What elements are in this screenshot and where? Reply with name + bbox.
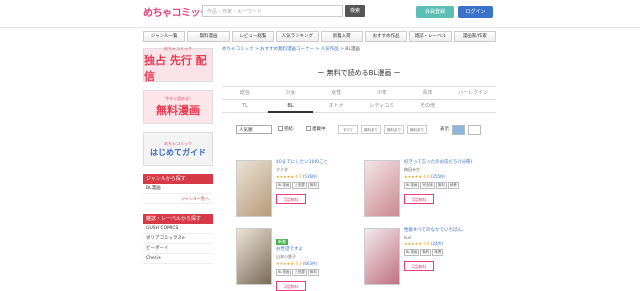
filter-free-3[interactable]: 無料あり xyxy=(407,125,427,134)
breadcrumb-current: BL漫画 xyxy=(345,47,361,52)
tab-other[interactable]: その他 xyxy=(404,100,451,113)
tab-shojo[interactable]: 少女 xyxy=(267,87,314,100)
magazine-heading: 雑誌・レーベルから探す xyxy=(143,214,213,224)
search-button[interactable]: 検索 xyxy=(345,5,365,17)
new-badge: 新着 xyxy=(276,239,288,245)
category-tabs: 総合 少女 女性 少年 青年 ハーレクイン TL BL オトナ レディコミ その… xyxy=(222,86,496,113)
page-title: ー 無料で読めるBL漫画 ー xyxy=(317,69,401,77)
nav-review[interactable]: レビュー総覧 xyxy=(231,31,275,42)
manga-card[interactable]: 好きって言ったのお前だろ?(分冊) 梅田みか ★★★★★ 4.4 (255件) … xyxy=(364,160,489,220)
display-label: 表示 xyxy=(440,127,449,132)
nav-free[interactable]: 無料漫画 xyxy=(187,31,230,42)
genre-item-bl[interactable]: BL漫画 xyxy=(143,184,213,194)
cover-image[interactable] xyxy=(364,160,400,217)
filter-all[interactable]: すべて xyxy=(338,125,358,134)
main-content: めちゃコミック > おすすめ無料漫画コーナー > 人気作品 > BL漫画 ー 無… xyxy=(222,46,496,137)
site-logo[interactable]: めちゃコミック xyxy=(143,4,210,19)
sort-select[interactable]: 人気順 xyxy=(236,125,272,134)
complete-label: 完結 xyxy=(284,127,293,132)
filter-bar: 人気順 完結 連載中 すべて 無料あり 無料あり 無料あり 表示 xyxy=(222,125,496,137)
manga-card[interactable]: 40までにしたい10のこと マミタ ★★★★★ 4.7 (536件) BL漫画上… xyxy=(236,160,361,220)
card-tags: BL漫画 無料 続巻 xyxy=(404,249,444,256)
tab-harlequin[interactable]: ハーレクイン xyxy=(450,87,496,100)
cover-image[interactable] xyxy=(364,228,400,285)
free-read-button[interactable]: 1話無料 xyxy=(276,194,306,204)
guide-banner[interactable]: めちゃコミック はじめてガイド xyxy=(143,132,213,166)
breadcrumb-home[interactable]: めちゃコミック xyxy=(222,47,254,52)
nav-magazine[interactable]: 雑誌・レーベル xyxy=(409,31,452,42)
tab-josei[interactable]: 女性 xyxy=(313,87,359,100)
manga-card[interactable]: 新着 お世話ですよ 山本小鉄子 ★★★★★ 4.3 (663件) BL漫画 上田屋… xyxy=(236,228,361,291)
card-title[interactable]: 40までにしたい10のこと xyxy=(276,160,360,166)
card-title[interactable]: 好きって言ったのお前だろ?(分冊) xyxy=(404,160,488,166)
global-nav: ジャンル一覧 無料漫画 レビュー総覧 人気ランキング 新着入荷 おすすめ作品 雑… xyxy=(143,31,496,42)
breadcrumb: めちゃコミック > おすすめ無料漫画コーナー > 人気作品 > BL漫画 xyxy=(222,47,361,52)
nav-new[interactable]: 新着入荷 xyxy=(320,31,363,42)
card-title[interactable]: 性癖すべてのなかでいちばん、 xyxy=(404,228,488,234)
card-author[interactable]: kuri xyxy=(404,235,488,240)
cover-image[interactable] xyxy=(236,160,272,217)
register-button[interactable]: 会員登録 xyxy=(416,6,454,18)
card-rating: ★★★★★ 4.4 (255件) xyxy=(404,174,446,179)
tab-seinen[interactable]: 青年 xyxy=(404,87,451,100)
card-rating: ★★★★★ 4.3 (663件) xyxy=(276,261,318,266)
breadcrumb-corner[interactable]: おすすめ無料漫画コーナー xyxy=(260,47,314,52)
tab-otona[interactable]: オトナ xyxy=(313,100,359,113)
login-button[interactable]: ログイン xyxy=(458,6,493,18)
magazine-item[interactable]: ダリアコミックスe xyxy=(143,234,213,244)
ongoing-label: 連載中 xyxy=(312,127,326,132)
tab-all[interactable]: 総合 xyxy=(222,87,268,100)
banner-title: はじめてガイド xyxy=(150,147,206,157)
card-tags: BL漫画 完全版 無料 続巻 xyxy=(404,182,459,189)
manga-card[interactable]: 性癖すべてのなかでいちばん、 kuri ★★★★★ 3.8 (24件) BL漫画… xyxy=(364,228,489,288)
exclusive-banner[interactable]: めちゃコミック 独占 先行 配信 xyxy=(143,46,213,83)
free-manga-banner[interactable]: 今すぐ読める! 無料漫画 xyxy=(143,90,213,124)
card-rating: ★★★★★ 4.7 (536件) xyxy=(276,174,318,179)
tab-tl[interactable]: TL xyxy=(222,100,268,113)
magazine-item[interactable]: GUSH COMICS xyxy=(143,224,213,234)
tab-empty xyxy=(450,100,496,113)
nav-recommend[interactable]: おすすめ作品 xyxy=(364,31,408,42)
card-tags: BL漫画 上田屋 無料 xyxy=(276,269,319,276)
ongoing-checkbox[interactable]: 連載中 xyxy=(306,126,326,132)
complete-checkbox[interactable]: 完結 xyxy=(278,126,293,132)
genre-more-link[interactable]: ジャンル一覧へ xyxy=(143,194,213,204)
card-rating: ★★★★★ 3.8 (24件) xyxy=(404,241,444,246)
top-header: めちゃコミック 作品・作家・キーワード 検索 会員登録 ログイン xyxy=(0,0,640,28)
list-view-icon[interactable] xyxy=(452,125,465,135)
tab-bl[interactable]: BL xyxy=(267,100,314,113)
genre-heading: ジャンルから探す xyxy=(143,174,213,184)
tab-shonen[interactable]: 少年 xyxy=(359,87,405,100)
card-title[interactable]: お世話ですよ xyxy=(276,247,360,253)
tab-ladies[interactable]: レディコミ xyxy=(359,100,405,113)
cover-image[interactable] xyxy=(236,228,272,285)
grid-view-icon[interactable] xyxy=(468,125,481,135)
filter-free-1[interactable]: 無料あり xyxy=(361,125,381,134)
card-tags: BL漫画 上田屋 無料 xyxy=(276,182,319,189)
nav-ranking[interactable]: 人気ランキング xyxy=(276,31,319,42)
card-author[interactable]: 山本小鉄子 xyxy=(276,254,360,260)
magazine-item[interactable]: Cheri+ xyxy=(143,254,213,264)
card-author[interactable]: 梅田みか xyxy=(404,167,488,173)
card-author[interactable]: マミタ xyxy=(276,167,360,173)
banner-title: 無料漫画 xyxy=(156,104,200,117)
free-read-button[interactable]: 1話無料 xyxy=(404,194,434,204)
breadcrumb-popular[interactable]: 人気作品 xyxy=(321,47,339,52)
free-read-button[interactable]: 3話無料 xyxy=(276,281,306,291)
filter-free-2[interactable]: 無料あり xyxy=(384,125,404,134)
magazine-item[interactable]: ビーボーイ xyxy=(143,244,213,254)
nav-genre[interactable]: ジャンル一覧 xyxy=(143,31,186,42)
sidebar: めちゃコミック 独占 先行 配信 今すぐ読める! 無料漫画 めちゃコミック はじ… xyxy=(143,46,213,264)
banner-title: 独占 先行 配信 xyxy=(144,54,207,83)
search-input[interactable]: 作品・作家・キーワード xyxy=(202,5,343,17)
free-read-button[interactable]: 1話無料 xyxy=(404,261,434,271)
nav-author[interactable]: 漫画家/作家 xyxy=(453,31,496,42)
